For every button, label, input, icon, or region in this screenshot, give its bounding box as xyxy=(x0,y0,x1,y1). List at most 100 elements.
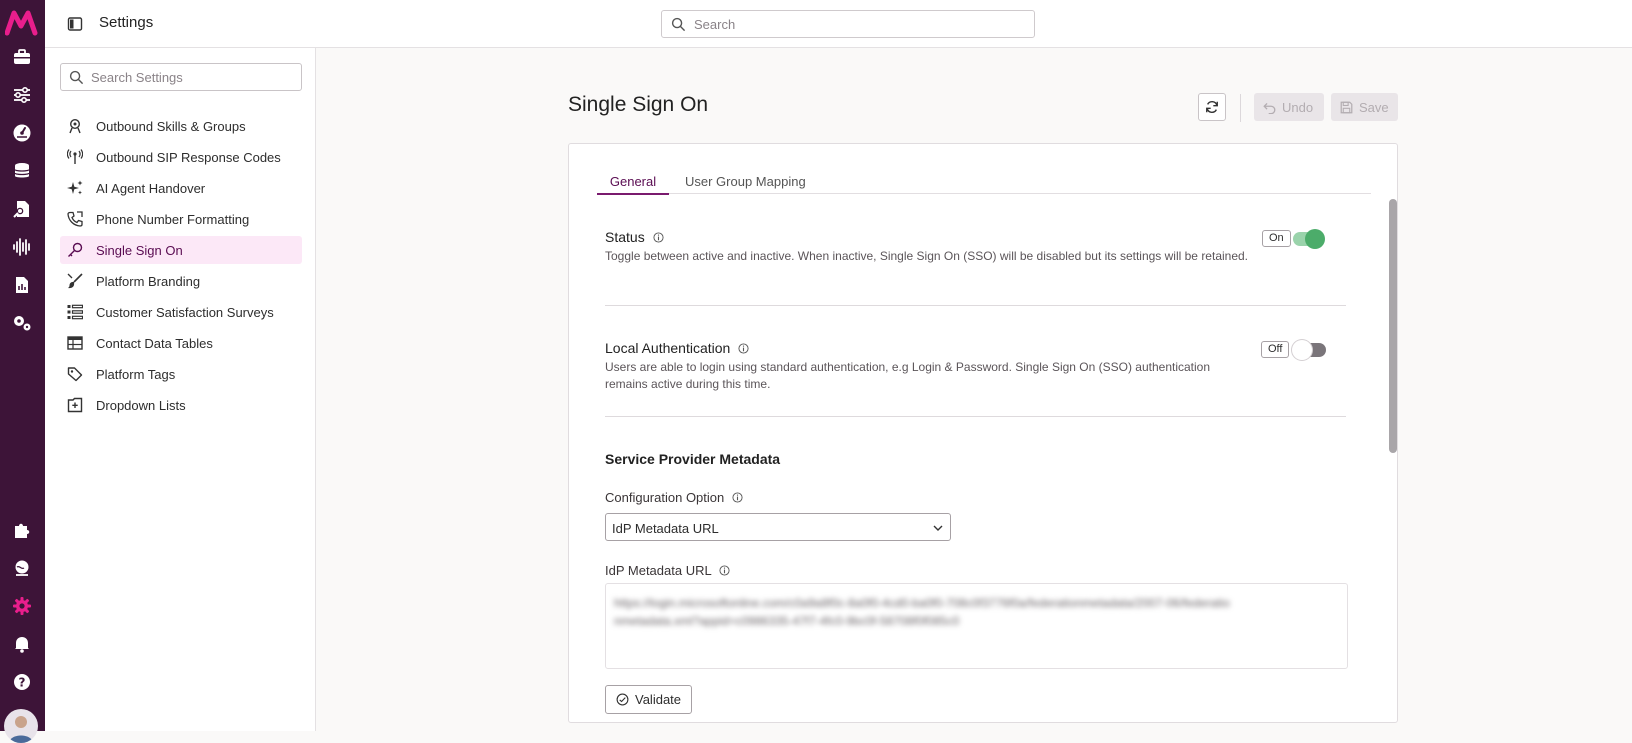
info-icon[interactable] xyxy=(732,492,743,503)
sidebar-item-label: AI Agent Handover xyxy=(96,180,206,196)
sparkles-icon xyxy=(67,180,83,196)
refresh-icon xyxy=(1206,101,1218,113)
svg-text:?: ? xyxy=(19,676,26,690)
sidebar-item-ai-agent-handover[interactable]: AI Agent Handover xyxy=(60,174,302,202)
status-title: Status xyxy=(605,229,645,245)
tab-bar: General User Group Mapping xyxy=(597,174,1371,195)
sidebar-item-label: Outbound Skills & Groups xyxy=(96,118,246,134)
tab-general[interactable]: General xyxy=(597,174,669,195)
dashboard-gauge-icon[interactable] xyxy=(8,119,36,147)
sidebar-item-contact-data-tables[interactable]: Contact Data Tables xyxy=(60,329,302,357)
local-auth-description: Users are able to login using standard a… xyxy=(605,360,1211,391)
help-icon[interactable]: ? xyxy=(8,668,36,696)
info-icon[interactable] xyxy=(719,565,730,576)
database-icon[interactable] xyxy=(8,157,36,185)
settings-search[interactable] xyxy=(60,63,302,91)
toggle-knob xyxy=(1305,229,1325,249)
header-title: Settings xyxy=(99,14,154,31)
headset-icon xyxy=(67,118,83,134)
bell-icon[interactable] xyxy=(8,630,36,658)
global-search-input[interactable] xyxy=(692,15,1022,33)
settings-gear-icon[interactable] xyxy=(8,592,36,620)
sidebar-item-customer-satisfaction-surveys[interactable]: Customer Satisfaction Surveys xyxy=(60,298,302,326)
app-rail: ? xyxy=(0,0,45,743)
sliders-icon[interactable] xyxy=(8,81,36,109)
key-icon xyxy=(67,242,83,258)
local-auth-title: Local Authentication xyxy=(605,340,731,356)
sidebar-item-label: Customer Satisfaction Surveys xyxy=(96,304,274,320)
undo-button[interactable]: Undo xyxy=(1254,93,1324,121)
globe-icon[interactable] xyxy=(8,554,36,582)
sidebar-item-platform-tags[interactable]: Platform Tags xyxy=(60,360,302,388)
info-icon[interactable] xyxy=(738,343,749,354)
local-auth-heading: Local Authentication xyxy=(605,340,749,356)
idp-url-label: IdP Metadata URL xyxy=(605,563,730,578)
undo-icon xyxy=(1263,102,1276,114)
validate-button[interactable]: Validate xyxy=(605,685,692,714)
config-option-value: IdP Metadata URL xyxy=(612,521,719,536)
idp-url-label-text: IdP Metadata URL xyxy=(605,563,712,578)
save-button[interactable]: Save xyxy=(1331,93,1398,121)
tab-user-group-mapping[interactable]: User Group Mapping xyxy=(685,174,806,194)
brand-logo[interactable] xyxy=(5,9,39,37)
settings-search-input[interactable] xyxy=(89,69,289,86)
refresh-button[interactable] xyxy=(1198,93,1226,121)
content-scrollbar[interactable] xyxy=(1389,199,1397,453)
gears-icon[interactable] xyxy=(8,309,36,337)
list-box-icon xyxy=(67,397,83,413)
sidebar-item-single-sign-on[interactable]: Single Sign On xyxy=(60,236,302,264)
sso-settings-card: General User Group Mapping Status Toggle… xyxy=(568,143,1398,723)
sidebar-item-dropdown-lists[interactable]: Dropdown Lists xyxy=(60,391,302,419)
status-description: Toggle between active and inactive. When… xyxy=(605,249,1249,263)
briefcase-icon[interactable] xyxy=(8,43,36,71)
chevron-down-icon xyxy=(933,525,943,531)
section-divider xyxy=(605,416,1346,417)
toolbar-divider xyxy=(1240,94,1241,122)
search-icon xyxy=(671,17,686,32)
validate-label: Validate xyxy=(635,692,682,707)
toggle-knob xyxy=(1292,340,1312,360)
table-icon xyxy=(67,335,83,351)
status-heading: Status xyxy=(605,229,664,245)
top-bar: Settings xyxy=(45,0,1632,48)
section-divider xyxy=(605,305,1346,306)
idp-metadata-url-value: https://login.microsoftonline.com/c0a9a8… xyxy=(614,596,1230,628)
save-label: Save xyxy=(1359,99,1389,115)
sidebar-item-label: Single Sign On xyxy=(96,242,183,258)
antenna-icon xyxy=(67,149,83,165)
sidebar-item-label: Contact Data Tables xyxy=(96,335,213,351)
document-chart-icon[interactable] xyxy=(8,271,36,299)
local-auth-toggle[interactable] xyxy=(1292,340,1326,360)
search-icon xyxy=(69,70,84,85)
puzzle-icon[interactable] xyxy=(8,516,36,544)
brush-icon xyxy=(67,273,83,289)
sidebar-item-outbound-skills-groups[interactable]: Outbound Skills & Groups xyxy=(60,112,302,140)
survey-icon xyxy=(67,304,83,320)
info-icon[interactable] xyxy=(653,232,664,243)
config-option-label-text: Configuration Option xyxy=(605,490,725,505)
status-toggle[interactable] xyxy=(1293,229,1325,249)
config-option-select[interactable]: IdP Metadata URL xyxy=(605,513,951,541)
sidebar-item-label: Phone Number Formatting xyxy=(96,211,250,227)
service-provider-heading: Service Provider Metadata xyxy=(605,451,781,467)
reports-search-icon[interactable] xyxy=(8,195,36,223)
sidebar-item-phone-number-formatting[interactable]: Phone Number Formatting xyxy=(60,205,302,233)
sidebar-item-label: Outbound SIP Response Codes xyxy=(96,149,281,165)
global-search[interactable] xyxy=(661,10,1035,38)
waveform-icon[interactable] xyxy=(8,233,36,261)
idp-metadata-url-textarea[interactable]: https://login.microsoftonline.com/c0a9a8… xyxy=(605,583,1348,669)
save-icon xyxy=(1340,101,1353,113)
config-option-label: Configuration Option xyxy=(605,490,743,505)
local-auth-state-badge: Off xyxy=(1261,341,1290,358)
avatar[interactable] xyxy=(4,709,38,743)
phone-icon xyxy=(67,211,83,227)
page-title: Single Sign On xyxy=(568,93,709,116)
status-state-badge: On xyxy=(1262,230,1291,247)
sidebar-item-outbound-sip-response-codes[interactable]: Outbound SIP Response Codes xyxy=(60,143,302,171)
sidebar-toggle-icon[interactable] xyxy=(67,16,83,32)
undo-label: Undo xyxy=(1282,99,1314,115)
sidebar-item-label: Platform Tags xyxy=(96,366,176,382)
sidebar-item-platform-branding[interactable]: Platform Branding xyxy=(60,267,302,295)
sidebar-item-label: Dropdown Lists xyxy=(96,397,186,413)
settings-sidebar: Outbound Skills & Groups Outbound SIP Re… xyxy=(45,48,316,731)
